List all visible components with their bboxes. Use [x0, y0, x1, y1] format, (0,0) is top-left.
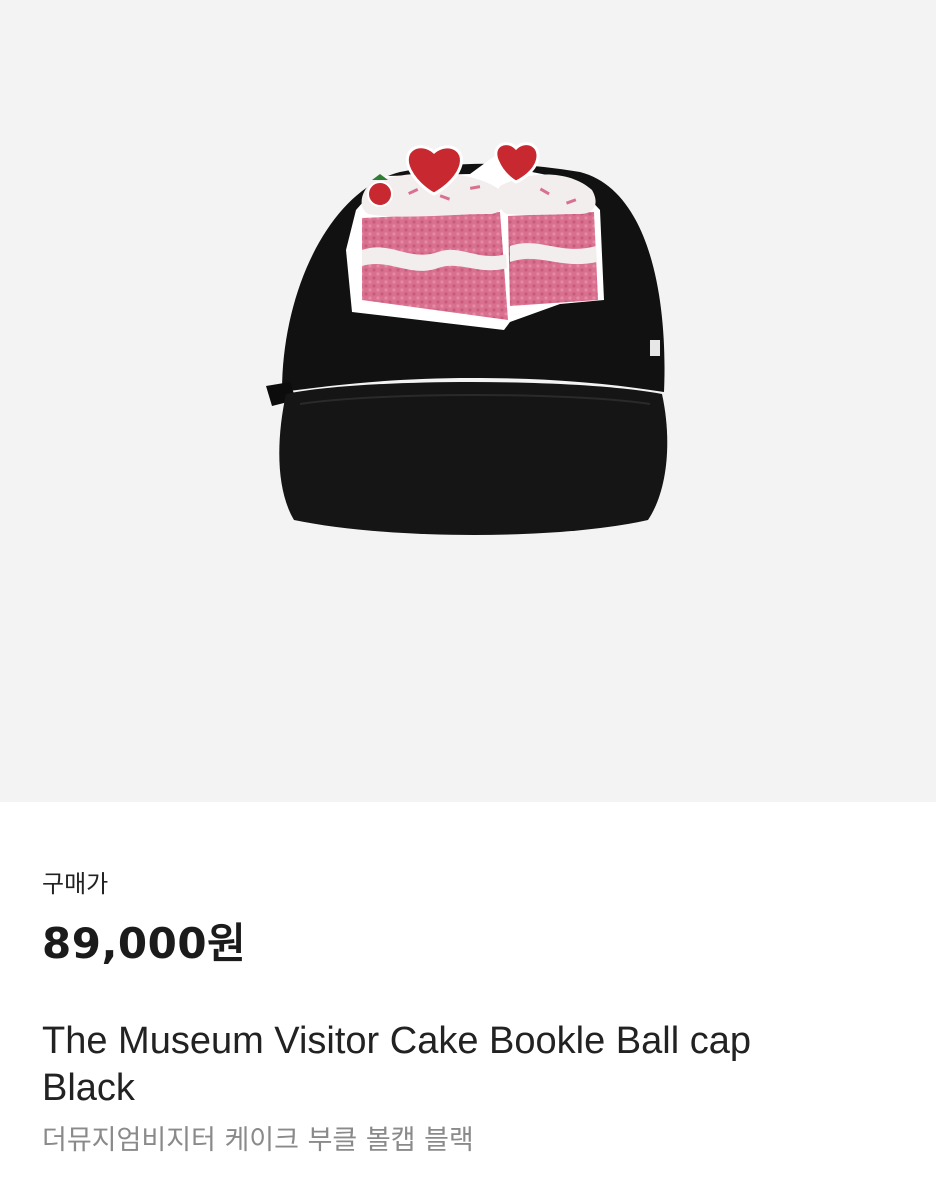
price-label: 구매가: [42, 870, 109, 898]
product-page: 구매가 89,000원 The Museum Visitor Cake Book…: [0, 0, 936, 1200]
product-subtitle: 더뮤지엄비지터 케이크 부클 볼캡 블랙: [42, 1125, 474, 1156]
product-price: 89,000원: [42, 919, 247, 968]
product-image[interactable]: [0, 0, 936, 802]
cake-ball-cap-image: [266, 142, 668, 535]
product-title: The Museum Visitor Cake Bookle Ball cap …: [42, 1020, 751, 1109]
